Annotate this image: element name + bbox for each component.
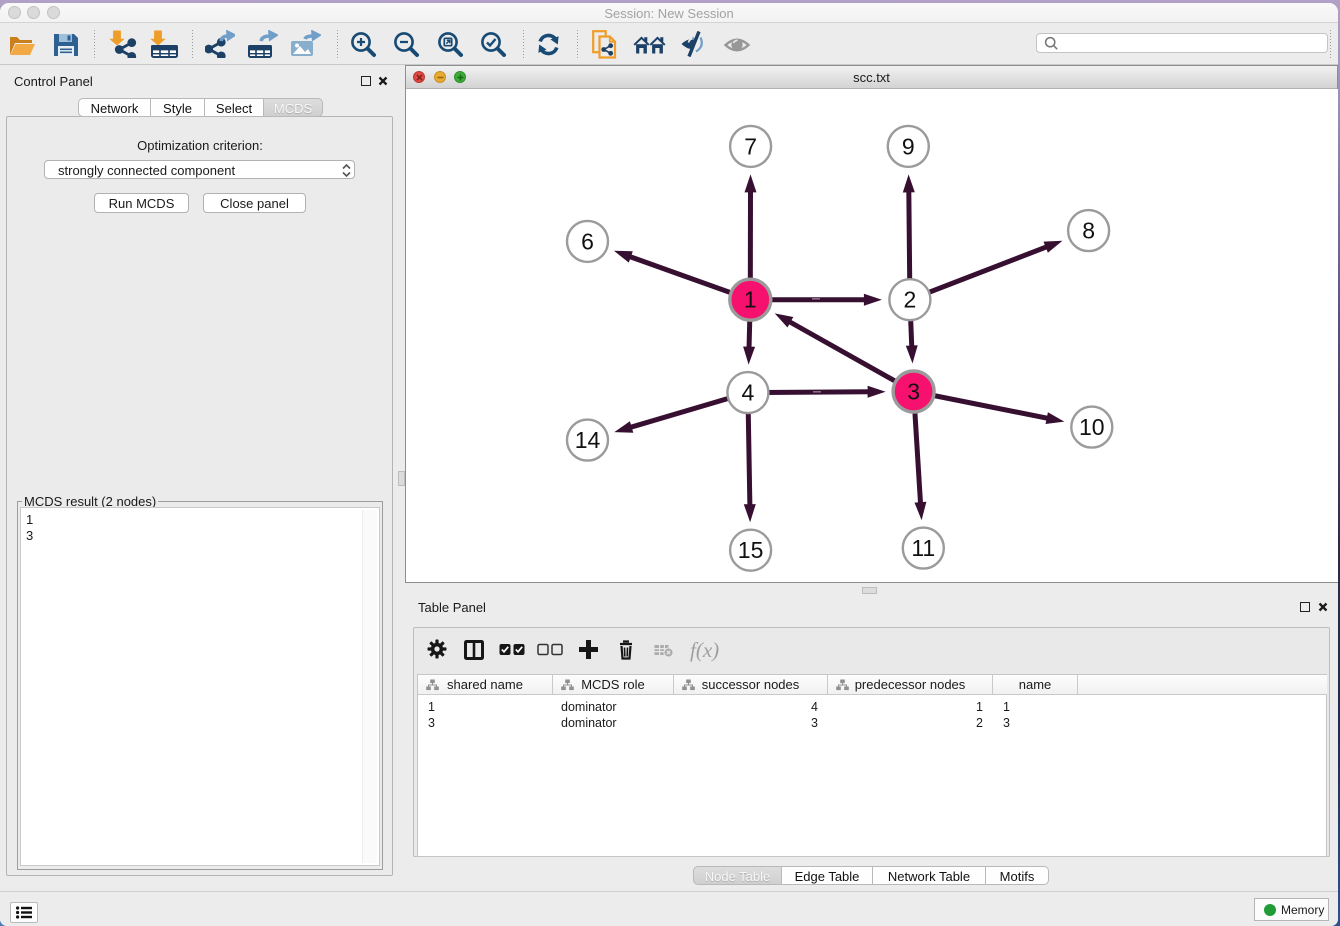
svg-text:9: 9 — [902, 133, 915, 159]
svg-text:8: 8 — [1082, 218, 1095, 244]
svg-text:2: 2 — [904, 287, 917, 313]
svg-text:10: 10 — [1079, 414, 1105, 440]
svg-text:6: 6 — [581, 228, 594, 254]
svg-text:3: 3 — [907, 379, 920, 405]
svg-text:15: 15 — [738, 537, 764, 563]
svg-text:4: 4 — [742, 380, 755, 406]
svg-text:7: 7 — [744, 133, 757, 159]
svg-text:1: 1 — [744, 287, 757, 313]
svg-text:11: 11 — [911, 535, 935, 561]
svg-text:14: 14 — [575, 427, 601, 453]
